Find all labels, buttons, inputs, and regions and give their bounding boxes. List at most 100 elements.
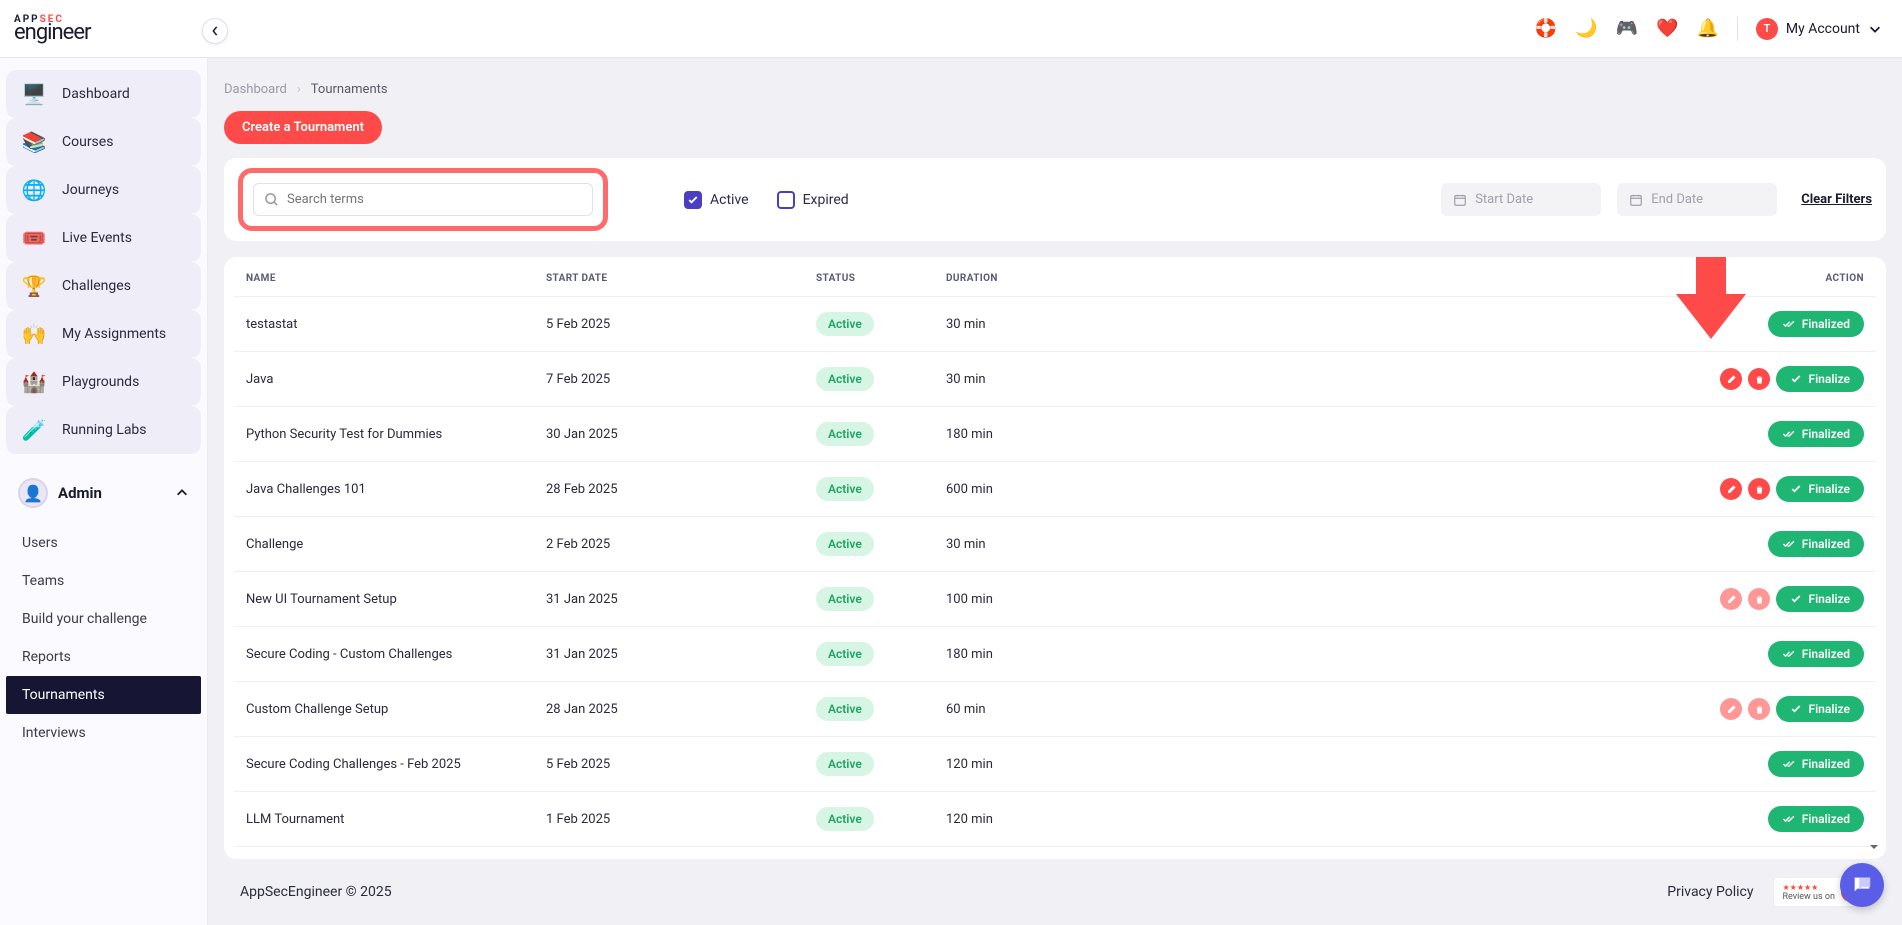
clear-filters-link[interactable]: Clear Filters (1801, 192, 1872, 207)
logo[interactable]: APPSEC engineer (14, 16, 90, 42)
create-tournament-button[interactable]: Create a Tournament (224, 111, 382, 144)
sidebar-item-dashboard[interactable]: 🖥️Dashboard (6, 70, 201, 118)
calendar-icon (1453, 193, 1467, 207)
table-row[interactable]: Java 7 Feb 2025 Active 30 min Finalize (234, 352, 1876, 407)
table-row[interactable]: LLM Tournament 1 Feb 2025 Active 120 min… (234, 792, 1876, 847)
finalized-button[interactable]: Finalized (1768, 311, 1864, 337)
delete-button[interactable] (1748, 368, 1770, 390)
heart-icon[interactable]: ❤️ (1656, 18, 1678, 39)
privacy-link[interactable]: Privacy Policy (1667, 884, 1753, 900)
finalized-button[interactable]: Finalized (1768, 806, 1864, 832)
cell-start: 31 Jan 2025 (534, 627, 804, 682)
table-row[interactable]: Secure Coding - Custom Challenges 31 Jan… (234, 627, 1876, 682)
subnav-item-teams[interactable]: Teams (6, 562, 201, 600)
filter-active-checkbox[interactable]: Active (684, 191, 749, 209)
admin-avatar-icon: 👤 (18, 478, 48, 508)
cell-action: Finalize (1254, 352, 1876, 407)
cell-status: Active (804, 792, 934, 847)
finalized-button[interactable]: Finalized (1768, 421, 1864, 447)
sidebar-item-journeys[interactable]: 🌐Journeys (6, 166, 201, 214)
sidebar-item-my-assignments[interactable]: 🙌 My Assignments (6, 310, 201, 358)
delete-button[interactable] (1748, 698, 1770, 720)
admin-toggle[interactable]: 👤 Admin (6, 468, 201, 518)
cell-status: Active (804, 572, 934, 627)
cell-action: Finalize (1254, 572, 1876, 627)
nav-label: Playgrounds (62, 374, 139, 390)
table-row[interactable]: New UI Tournament Setup 31 Jan 2025 Acti… (234, 572, 1876, 627)
edit-button[interactable] (1720, 368, 1742, 390)
sidebar-item-live-events[interactable]: 🎟️Live Events (6, 214, 201, 262)
end-date-input[interactable]: End Date (1617, 183, 1777, 216)
cell-action: Finalized (1254, 517, 1876, 572)
col-name: NAME (234, 257, 534, 297)
delete-button[interactable] (1748, 478, 1770, 500)
subnav-item-tournaments[interactable]: Tournaments (6, 676, 201, 714)
bell-icon[interactable]: 🔔 (1696, 18, 1718, 39)
discord-icon[interactable]: 🎮 (1616, 18, 1638, 39)
cell-status: Active (804, 517, 934, 572)
table-row[interactable]: Python Security Test for Dummies 30 Jan … (234, 407, 1876, 462)
nav-label: My Assignments (62, 326, 166, 342)
topbar-icons: 🛟 🌙 🎮 ❤️ 🔔 (1535, 18, 1719, 39)
start-date-input[interactable]: Start Date (1441, 183, 1601, 216)
cell-start: 1 Feb 2025 (534, 792, 804, 847)
finalized-button[interactable]: Finalized (1768, 751, 1864, 777)
chat-fab[interactable] (1840, 863, 1884, 907)
status-badge: Active (816, 532, 874, 556)
g2-text: Review us on (1782, 892, 1835, 902)
filter-expired-checkbox[interactable]: Expired (777, 191, 849, 209)
nav-icon: 🙌 (18, 320, 50, 348)
cell-duration: 180 min (934, 407, 1254, 462)
finalize-button[interactable]: Finalize (1776, 696, 1864, 722)
sidebar: 🖥️Dashboard📚Courses🌐Journeys🎟️Live Event… (0, 0, 208, 925)
cell-status: Active (804, 737, 934, 792)
cell-status: Active (804, 352, 934, 407)
sidebar-item-courses[interactable]: 📚Courses (6, 118, 201, 166)
cell-name: Custom Challenge Setup (234, 682, 534, 737)
cell-duration: 600 min (934, 462, 1254, 517)
subnav-item-reports[interactable]: Reports (6, 638, 201, 676)
edit-button[interactable] (1720, 588, 1742, 610)
cell-duration: 120 min (934, 792, 1254, 847)
delete-button[interactable] (1748, 588, 1770, 610)
sidebar-collapse-button[interactable] (202, 18, 228, 44)
help-icon[interactable]: 🛟 (1535, 18, 1557, 39)
cell-action: Finalized (1254, 627, 1876, 682)
cell-action: Finalized (1254, 737, 1876, 792)
breadcrumb-root[interactable]: Dashboard (224, 82, 287, 97)
edit-button[interactable] (1720, 478, 1742, 500)
breadcrumb: Dashboard › Tournaments (224, 82, 1886, 97)
cell-start: 31 Jan 2025 (534, 572, 804, 627)
finalized-button[interactable]: Finalized (1768, 531, 1864, 557)
cell-duration: 180 min (934, 627, 1254, 682)
col-start: START DATE (534, 257, 804, 297)
sidebar-item-playgrounds[interactable]: 🏰Playgrounds (6, 358, 201, 406)
sidebar-item-challenges[interactable]: 🏆Challenges (6, 262, 201, 310)
table-row[interactable]: Secure Coding Challenges - Feb 2025 5 Fe… (234, 737, 1876, 792)
finalize-button[interactable]: Finalize (1776, 586, 1864, 612)
cell-duration: 100 min (934, 572, 1254, 627)
table-row[interactable]: Challenge 2 Feb 2025 Active 30 min Final… (234, 517, 1876, 572)
finalized-button[interactable]: Finalized (1768, 641, 1864, 667)
sidebar-item-running-labs[interactable]: 🧪Running Labs (6, 406, 201, 454)
finalize-button[interactable]: Finalize (1776, 476, 1864, 502)
account-menu[interactable]: T My Account (1756, 18, 1882, 40)
table-row[interactable]: Java Challenges 101 28 Feb 2025 Active 6… (234, 462, 1876, 517)
table-row[interactable]: Custom Challenge Setup 28 Jan 2025 Activ… (234, 682, 1876, 737)
cell-start: 5 Feb 2025 (534, 737, 804, 792)
status-badge: Active (816, 477, 874, 501)
filter-bar: Active Expired Start Date End Date Clear… (224, 158, 1886, 241)
subnav-item-build-your-challenge[interactable]: Build your challenge (6, 600, 201, 638)
cell-name: Secure Coding - Custom Challenges (234, 627, 534, 682)
cell-name: New UI Tournament Setup (234, 572, 534, 627)
filter-active-label: Active (710, 192, 749, 208)
edit-button[interactable] (1720, 698, 1742, 720)
cell-name: Secure Coding Challenges - Feb 2025 (234, 737, 534, 792)
subnav-item-users[interactable]: Users (6, 524, 201, 562)
table-scroll[interactable]: NAME START DATE STATUS DURATION ACTION t… (234, 257, 1876, 859)
finalize-button[interactable]: Finalize (1776, 366, 1864, 392)
darkmode-icon[interactable]: 🌙 (1575, 18, 1597, 39)
search-input[interactable] (287, 192, 582, 207)
table-row[interactable]: testastat 5 Feb 2025 Active 30 min Final… (234, 297, 1876, 352)
subnav-item-interviews[interactable]: Interviews (6, 714, 201, 752)
